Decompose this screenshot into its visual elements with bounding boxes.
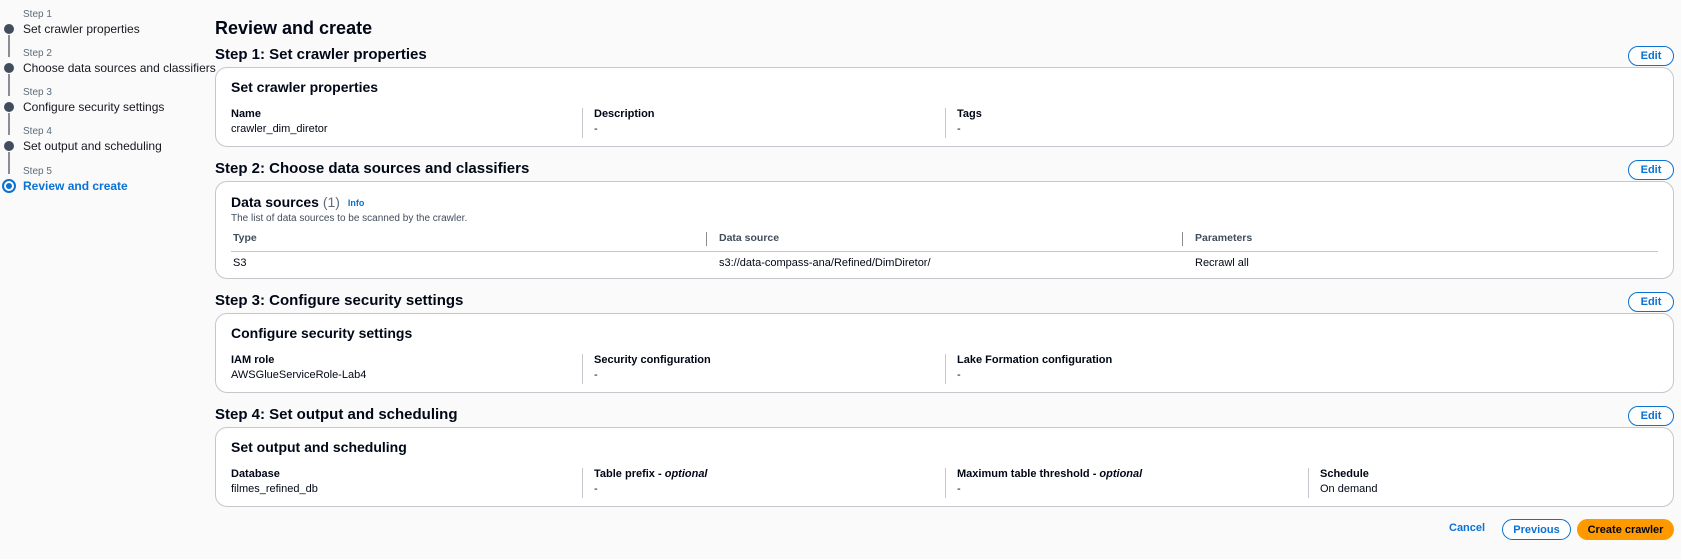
field-max-table-threshold: Maximum table threshold - optional - xyxy=(944,468,1143,498)
step-dot-icon xyxy=(4,141,14,151)
field-value: - xyxy=(594,483,598,495)
info-link[interactable]: Info xyxy=(348,198,365,208)
nav-step-2[interactable]: Step 2 Choose data sources and classifie… xyxy=(0,47,216,96)
column-header-data-source: Data source xyxy=(719,232,780,244)
card-title: Configure security settings xyxy=(231,325,413,341)
step3-edit-button[interactable]: Edit xyxy=(1628,292,1674,312)
field-label: Security configuration xyxy=(594,354,711,366)
field-label: Table prefix - optional xyxy=(594,468,708,480)
field-label: Tags xyxy=(957,108,982,120)
field-label-text: Maximum table threshold xyxy=(957,468,1090,480)
nav-step-4[interactable]: Step 4 Set output and scheduling xyxy=(0,125,200,174)
card-title: Set crawler properties xyxy=(231,79,379,95)
column-header-type: Type xyxy=(233,232,257,244)
field-label: Maximum table threshold - optional xyxy=(957,468,1143,480)
field-name: Name crawler_dim_diretor xyxy=(231,108,328,138)
field-label: Lake Formation configuration xyxy=(957,354,1113,366)
step-label[interactable]: Set output and scheduling xyxy=(23,139,162,153)
create-crawler-button[interactable]: Create crawler xyxy=(1577,519,1674,540)
step-dot-icon xyxy=(4,102,14,112)
step-number: Step 4 xyxy=(23,126,52,137)
step3-heading: Step 3: Configure security settings xyxy=(215,292,464,309)
field-value: crawler_dim_diretor xyxy=(231,123,328,135)
data-sources-title: Data sources (1) Info xyxy=(231,194,364,210)
step2-heading: Step 2: Choose data sources and classifi… xyxy=(215,160,530,177)
card-title: Set output and scheduling xyxy=(231,439,407,455)
current-step-icon xyxy=(2,179,16,193)
field-value: - xyxy=(594,123,598,135)
field-lake-formation: Lake Formation configuration - xyxy=(944,354,1113,384)
step1-edit-button[interactable]: Edit xyxy=(1628,46,1674,66)
step1-heading: Step 1: Set crawler properties xyxy=(215,46,427,63)
field-value: - xyxy=(957,483,961,495)
crawler-properties-card: Set crawler properties Name crawler_dim_… xyxy=(215,67,1674,147)
field-tags: Tags - xyxy=(945,108,982,138)
page-title: Review and create xyxy=(215,18,373,38)
step-label[interactable]: Configure security settings xyxy=(23,100,164,114)
field-value: - xyxy=(957,123,961,135)
cancel-button[interactable]: Cancel xyxy=(1449,522,1485,534)
step-label[interactable]: Choose data sources and classifiers xyxy=(23,61,216,75)
step-number: Step 2 xyxy=(23,48,52,59)
field-table-prefix: Table prefix - optional - xyxy=(582,468,708,498)
field-value: On demand xyxy=(1320,483,1378,495)
data-sources-label: Data sources xyxy=(231,194,319,210)
step-number: Step 1 xyxy=(23,9,52,20)
output-scheduling-card: Set output and scheduling Database filme… xyxy=(215,427,1674,507)
table-header-divider xyxy=(231,251,1658,252)
data-sources-description: The list of data sources to be scanned b… xyxy=(231,213,468,224)
column-separator xyxy=(1182,232,1183,246)
field-value: - xyxy=(594,369,598,381)
field-label-text: Table prefix xyxy=(594,468,655,480)
field-label: Schedule xyxy=(1320,468,1369,480)
step4-edit-button[interactable]: Edit xyxy=(1628,406,1674,426)
step-dot-icon xyxy=(4,63,14,73)
step4-heading: Step 4: Set output and scheduling xyxy=(215,406,458,423)
step-label: Review and create xyxy=(23,179,128,193)
field-description: Description - xyxy=(582,108,655,138)
field-iam-role: IAM role AWSGlueServiceRole-Lab4 xyxy=(231,354,366,384)
nav-step-5-current: Step 5 Review and create xyxy=(0,165,200,207)
security-settings-card: Configure security settings IAM role AWS… xyxy=(215,313,1674,393)
nav-step-1[interactable]: Step 1 Set crawler properties xyxy=(0,8,200,57)
field-label: Description xyxy=(594,108,655,120)
column-separator xyxy=(706,232,707,246)
step-number: Step 3 xyxy=(23,87,52,98)
field-schedule: Schedule On demand xyxy=(1307,468,1378,498)
field-value: filmes_refined_db xyxy=(231,483,318,495)
field-label: IAM role xyxy=(231,354,275,366)
optional-tag: optional xyxy=(664,468,708,480)
field-label: Name xyxy=(231,108,261,120)
nav-step-3[interactable]: Step 3 Configure security settings xyxy=(0,86,200,135)
field-value: - xyxy=(957,369,961,381)
field-security-configuration: Security configuration - xyxy=(582,354,711,384)
field-value: AWSGlueServiceRole-Lab4 xyxy=(231,369,367,381)
cell-data-source: s3://data-compass-ana/Refined/DimDiretor… xyxy=(719,257,931,269)
optional-tag: optional xyxy=(1099,468,1143,480)
data-sources-card: Data sources (1) Info The list of data s… xyxy=(215,181,1674,279)
previous-button[interactable]: Previous xyxy=(1502,519,1571,540)
step-label[interactable]: Set crawler properties xyxy=(23,22,140,36)
column-header-parameters: Parameters xyxy=(1195,232,1253,244)
data-sources-count: (1) xyxy=(322,194,340,210)
cell-parameters: Recrawl all xyxy=(1195,257,1249,269)
step-dot-icon xyxy=(4,24,14,34)
field-label: Database xyxy=(231,468,280,480)
field-database: Database filmes_refined_db xyxy=(231,468,318,498)
step2-edit-button[interactable]: Edit xyxy=(1628,160,1674,180)
step-number: Step 5 xyxy=(23,166,52,177)
cell-type: S3 xyxy=(233,257,247,269)
